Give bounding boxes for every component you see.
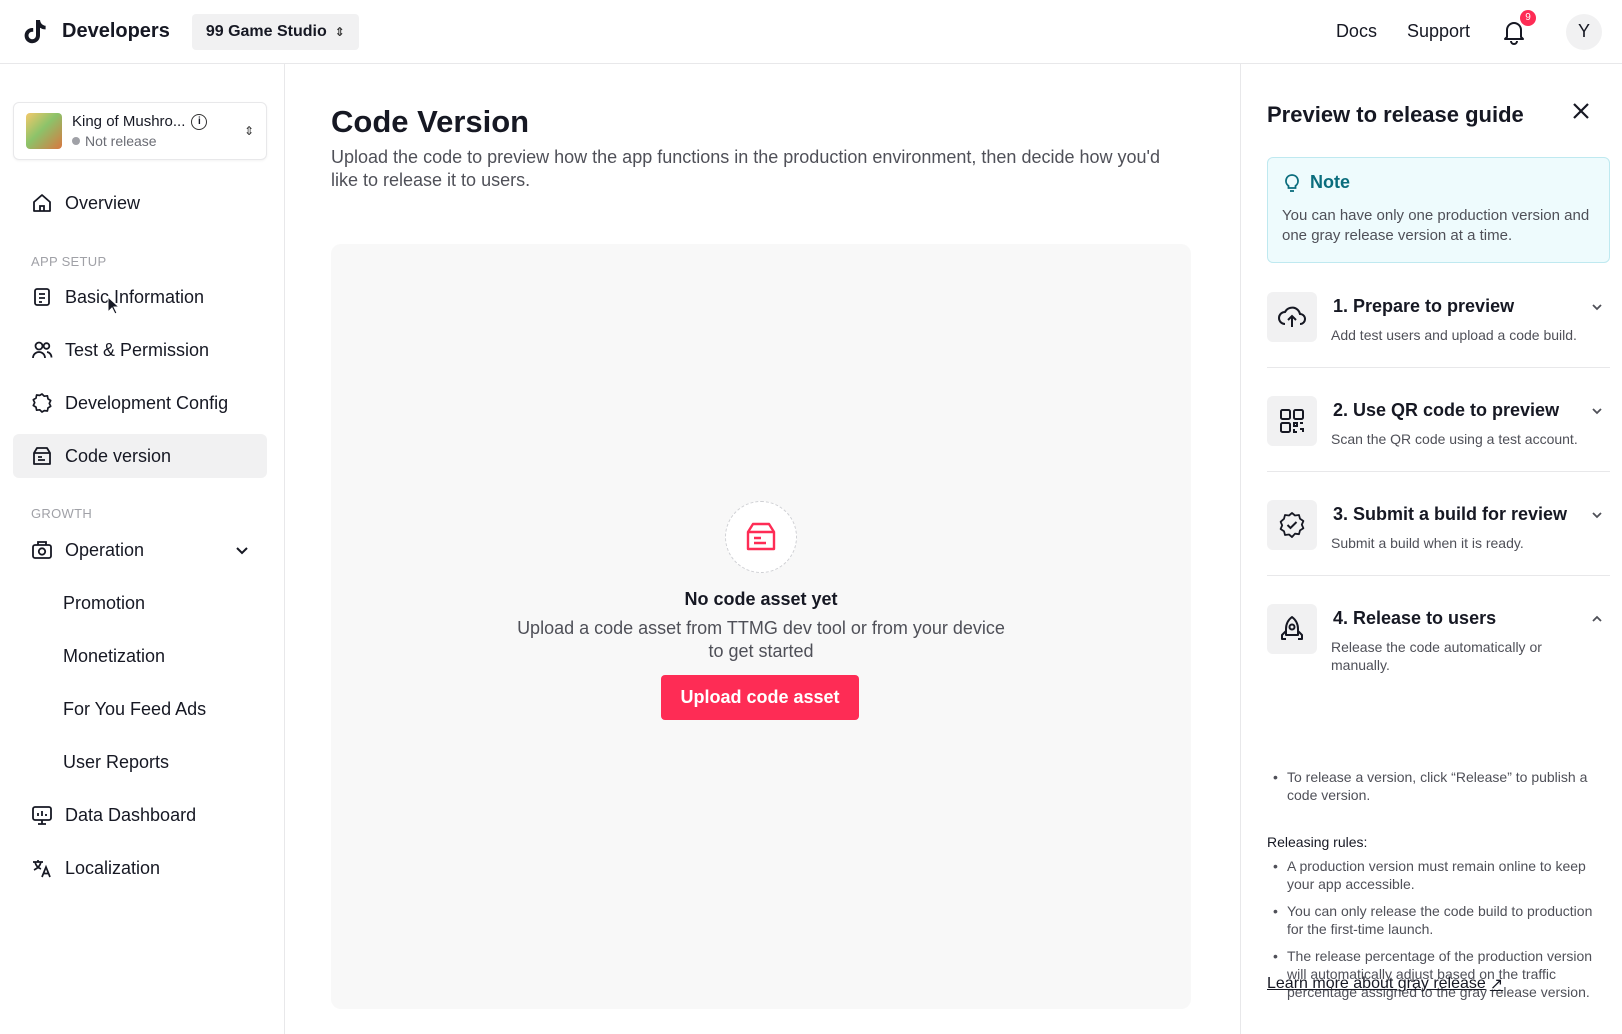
divider — [1267, 471, 1610, 472]
app-thumbnail — [26, 113, 62, 149]
list-item: A production version must remain online … — [1267, 857, 1610, 893]
step-description: Submit a build when it is ready. — [1331, 535, 1524, 551]
sidebar-item-label: Development Config — [65, 392, 229, 413]
sidebar-item-overview[interactable]: Overview — [13, 181, 267, 225]
brand-name: Developers — [62, 20, 170, 42]
note-title: Note — [1310, 172, 1350, 192]
info-icon[interactable]: i — [191, 113, 208, 130]
camera-icon — [32, 541, 52, 559]
chevron-up-icon[interactable] — [1590, 612, 1604, 626]
list-item: To release a version, click “Release” to… — [1267, 768, 1610, 804]
qr-code-icon — [1267, 396, 1317, 446]
upload-code-asset-button[interactable]: Upload code asset — [661, 675, 859, 720]
studio-name: 99 Game Studio — [205, 22, 327, 40]
release-instructions: To release a version, click “Release” to… — [1267, 768, 1610, 813]
chevron-down-icon[interactable] — [1590, 508, 1604, 522]
link-label: Learn more about gray release — [1267, 975, 1486, 992]
sidebar: King of Mushro... i Not release ⇕ Overvi… — [0, 64, 285, 1034]
rocket-icon — [1267, 604, 1317, 654]
sidebar-item-label: Test & Permission — [65, 339, 210, 360]
chevron-down-icon[interactable] — [1590, 404, 1604, 418]
sidebar-item-label: Localization — [65, 857, 161, 878]
sidebar-item-promotion[interactable]: Promotion — [13, 581, 267, 625]
sidebar-item-for-you-feed-ads[interactable]: For You Feed Ads — [13, 687, 267, 731]
list-item: You can only release the code build to p… — [1267, 902, 1610, 938]
panel-title: Preview to release guide — [1267, 102, 1524, 127]
page-title: Code Version — [331, 104, 530, 139]
sidebar-item-development-config[interactable]: Development Config — [13, 381, 267, 425]
app-status: Not release — [85, 133, 157, 149]
studio-switcher[interactable]: 99 Game Studio ⇕ — [191, 13, 359, 50]
sidebar-item-monetization[interactable]: Monetization — [13, 634, 267, 678]
home-icon — [33, 194, 51, 212]
code-box-icon — [33, 447, 51, 465]
note-text: You can have only one production version… — [1282, 207, 1590, 244]
step-title: 2. Use QR code to preview — [1333, 400, 1560, 420]
sidebar-item-label: Code version — [65, 445, 172, 466]
support-link[interactable]: Support — [1407, 21, 1470, 42]
step-title: 3. Submit a build for review — [1333, 504, 1568, 524]
cloud-upload-icon — [1267, 292, 1317, 342]
step-description: Scan the QR code using a test account. — [1331, 431, 1578, 447]
sidebar-item-test-permission[interactable]: Test & Permission — [13, 328, 267, 372]
sidebar-item-user-reports[interactable]: User Reports — [13, 740, 267, 784]
empty-state: No code asset yet Upload a code asset fr… — [331, 244, 1191, 1009]
divider — [1267, 367, 1610, 368]
docs-link[interactable]: Docs — [1336, 21, 1377, 42]
note-box: Note You can have only one production ve… — [1267, 157, 1610, 263]
sidebar-item-label: Overview — [65, 192, 141, 213]
updown-chevron-icon: ⇕ — [243, 124, 254, 138]
chevron-down-icon[interactable] — [233, 541, 251, 559]
page-description: Upload the code to preview how the app f… — [331, 147, 1160, 190]
updown-chevron-icon: ⇕ — [334, 24, 345, 39]
releasing-rules-label: Releasing rules: — [1267, 834, 1368, 850]
step-title: 4. Release to users — [1333, 608, 1497, 628]
mouse-cursor-icon — [107, 296, 121, 315]
external-link-icon: ↗ — [1489, 976, 1504, 993]
app-name: King of Mushro... — [72, 113, 186, 130]
sidebar-item-label: Promotion — [63, 592, 146, 613]
empty-box-icon — [725, 501, 797, 573]
sidebar-item-label: Operation — [65, 539, 145, 560]
empty-state-description: Upload a code asset from TTMG dev tool o… — [517, 618, 1005, 661]
close-icon[interactable] — [1570, 100, 1592, 122]
avatar[interactable]: Y — [1566, 13, 1602, 50]
sidebar-item-basic-information[interactable]: Basic Information — [13, 275, 267, 319]
divider — [1267, 575, 1610, 576]
sidebar-item-label: Data Dashboard — [65, 804, 197, 825]
sidebar-item-data-dashboard[interactable]: Data Dashboard — [13, 793, 267, 837]
verified-badge-icon — [1267, 500, 1317, 550]
sidebar-item-label: Monetization — [63, 645, 166, 666]
chevron-down-icon[interactable] — [1590, 300, 1604, 314]
sidebar-item-label: User Reports — [63, 751, 170, 772]
users-icon — [32, 341, 53, 359]
step-description: Add test users and upload a code build. — [1331, 327, 1577, 343]
step-title: 1. Prepare to preview — [1333, 296, 1515, 316]
translate-icon — [33, 860, 51, 878]
tiktok-logo-icon — [24, 19, 46, 43]
empty-state-title: No code asset yet — [684, 589, 838, 609]
gear-icon — [32, 393, 52, 413]
learn-more-gray-release-link[interactable]: Learn more about gray release ↗ — [1267, 974, 1503, 994]
notifications-button[interactable]: 9 — [1500, 9, 1536, 46]
main-content: Code Version Upload the code to preview … — [285, 64, 1240, 1034]
top-bar: Developers 99 Game Studio ⇕ Docs Support… — [0, 0, 1622, 64]
section-label-app-setup: APP SETUP — [31, 254, 107, 269]
document-icon — [34, 288, 50, 306]
sidebar-item-label: For You Feed Ads — [63, 698, 207, 719]
sidebar-item-operation[interactable]: Operation — [13, 528, 267, 572]
logo[interactable]: Developers — [20, 16, 170, 48]
lightbulb-icon — [1285, 173, 1299, 192]
sidebar-item-code-version[interactable]: Code version — [13, 434, 267, 478]
monitor-chart-icon — [32, 806, 52, 825]
sidebar-item-label: Basic Information — [65, 286, 205, 307]
notification-count-badge: 9 — [1520, 9, 1536, 26]
sidebar-item-localization[interactable]: Localization — [13, 846, 267, 890]
release-guide-panel: Preview to release guide Note You can ha… — [1240, 64, 1622, 1034]
app-switcher[interactable]: King of Mushro... i Not release ⇕ — [13, 102, 267, 160]
step-description: Release the code automatically or manual… — [1331, 639, 1542, 673]
section-label-growth: GROWTH — [31, 506, 93, 521]
status-dot — [72, 137, 80, 145]
